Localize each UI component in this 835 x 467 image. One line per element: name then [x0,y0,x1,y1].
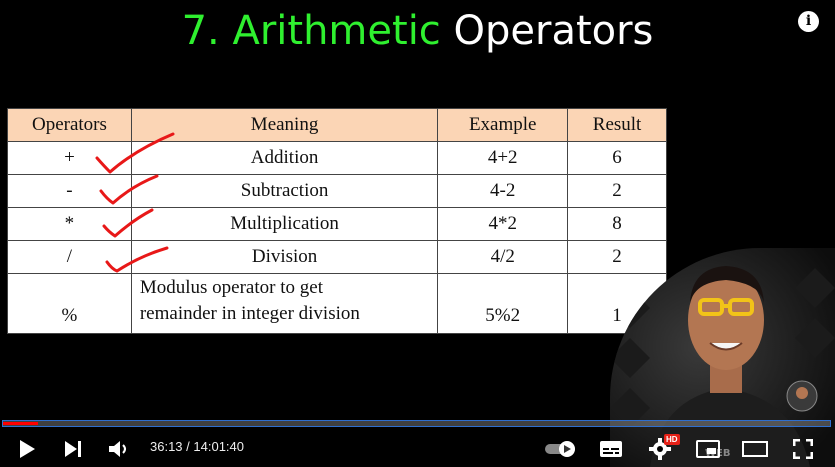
next-button[interactable] [58,430,88,467]
slide-title-rest: Operators [453,8,654,54]
volume-button[interactable] [104,430,134,467]
subtitles-icon [600,440,622,457]
fullscreen-button[interactable] [788,430,818,467]
play-icon [20,439,35,458]
cell-example: 4-2 [437,174,569,208]
cell-operator: - [7,174,132,208]
time-separator: / [182,439,194,454]
info-icon[interactable]: i [798,11,819,32]
cell-example: 5%2 [437,273,569,334]
progress-rail [2,420,831,427]
header-meaning: Meaning [130,108,439,142]
player-controls: 36:13 / 14:01:40 [0,430,835,467]
cell-result: 6 [567,141,667,175]
cell-operator: + [7,141,132,175]
cell-operator: / [7,240,132,274]
cell-meaning-line2: remainder in integer division [139,303,360,324]
cell-result: 2 [567,240,667,274]
table-row: % Modulus operator to get remainder in i… [7,273,667,334]
play-button[interactable] [12,430,42,467]
cell-meaning: Subtraction [130,174,439,208]
cell-result: 2 [567,174,667,208]
theater-mode-button[interactable] [740,430,770,467]
duration: 14:01:40 [193,439,244,454]
operators-table: Operators Meaning Example Result + Addit… [7,108,667,334]
cell-example: 4/2 [437,240,569,274]
theater-mode-icon [742,440,768,457]
header-result: Result [567,108,667,142]
video-progress-bar[interactable] [2,420,831,427]
subtitles-button[interactable] [596,430,626,467]
cell-meaning-line1: Modulus operator to get [139,277,323,298]
next-icon [65,440,81,457]
header-operators: Operators [7,108,132,142]
table-row: / Division 4/2 2 [7,240,667,274]
miniplayer-icon [696,439,720,458]
miniplayer-button[interactable] [693,430,723,467]
volume-icon [109,440,126,457]
cell-meaning: Addition [130,141,439,175]
hd-quality-badge: HD [664,434,680,445]
table-header-row: Operators Meaning Example Result [7,108,667,142]
cell-example: 4*2 [437,207,569,241]
time-display: 36:13 / 14:01:40 [150,439,244,454]
cell-meaning: Division [130,240,439,274]
autoplay-toggle[interactable] [541,430,581,467]
cell-meaning: Multiplication [130,207,439,241]
table-row: * Multiplication 4*2 8 [7,207,667,241]
table-row: - Subtraction 4-2 2 [7,174,667,208]
current-time: 36:13 [150,439,183,454]
cell-operator: * [7,207,132,241]
autoplay-toggle-icon [545,440,575,457]
slide-title-number: 7. Arithmetic [181,8,441,54]
header-example: Example [437,108,569,142]
cell-result: 8 [567,207,667,241]
cell-meaning: Modulus operator to get remainder in int… [130,273,439,334]
slide-title: 7. Arithmetic Operators [0,6,835,56]
cell-operator: % [7,273,132,334]
fullscreen-icon [793,438,813,459]
table-row: + Addition 4+2 6 [7,141,667,175]
cell-example: 4+2 [437,141,569,175]
